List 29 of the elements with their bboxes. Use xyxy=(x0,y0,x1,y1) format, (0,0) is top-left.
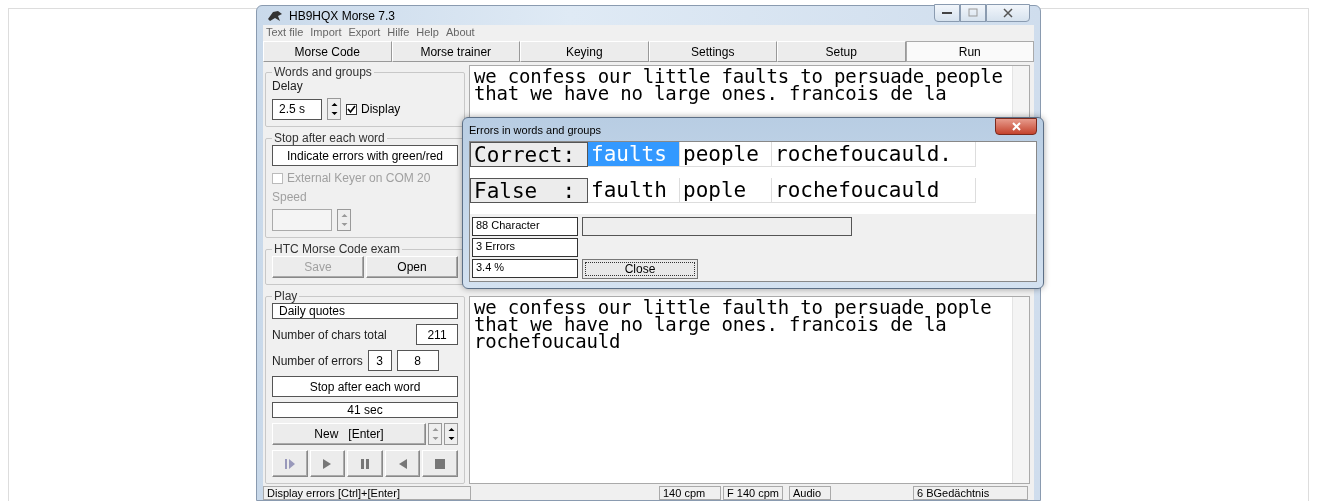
group-title: Play xyxy=(273,289,299,303)
chars-label: Number of chars total xyxy=(272,327,387,342)
status-cell: 6 BGedächtnis xyxy=(913,486,1028,500)
text-line: we confess our little faulth to persuade pople xyxy=(474,299,993,316)
status-cell: Audio xyxy=(789,486,831,500)
status-cell: Display errors [Ctrl]+[Enter] xyxy=(263,486,471,500)
errors-label: Number of errors xyxy=(272,353,363,368)
errors-field: 3 xyxy=(367,350,392,371)
time-field: 41 sec xyxy=(272,402,458,418)
text-line: rochefoucauld xyxy=(474,333,622,350)
group-title: Words and groups xyxy=(273,65,373,79)
chars-field: 211 xyxy=(416,324,458,345)
status-cell: F 140 cpm xyxy=(723,486,783,500)
row-header: Correct: xyxy=(470,142,588,167)
errors-field: 8 xyxy=(396,350,439,371)
text-line: we confess our little faults to persuade people xyxy=(474,68,1004,85)
window-title: HB9HQX Morse 7.3 xyxy=(289,8,396,23)
dialog-title: Errors in words and groups xyxy=(469,123,602,136)
group-title: Stop after each word xyxy=(273,131,386,145)
delay-label: Delay xyxy=(272,79,304,93)
stat-field: 88 Character xyxy=(472,217,578,236)
row-header: False : xyxy=(470,177,588,203)
stat-field: 3.4 % xyxy=(472,259,578,278)
group-title: HTC Morse Code exam xyxy=(273,242,402,256)
text-line: that we have no large ones. francois de la xyxy=(474,85,947,102)
text-line: that we have no large ones. francois de la xyxy=(474,316,947,333)
stat-field: 3 Errors xyxy=(472,238,578,257)
status-cell: 140 cpm xyxy=(659,486,721,500)
speed-label: Speed xyxy=(272,190,308,204)
